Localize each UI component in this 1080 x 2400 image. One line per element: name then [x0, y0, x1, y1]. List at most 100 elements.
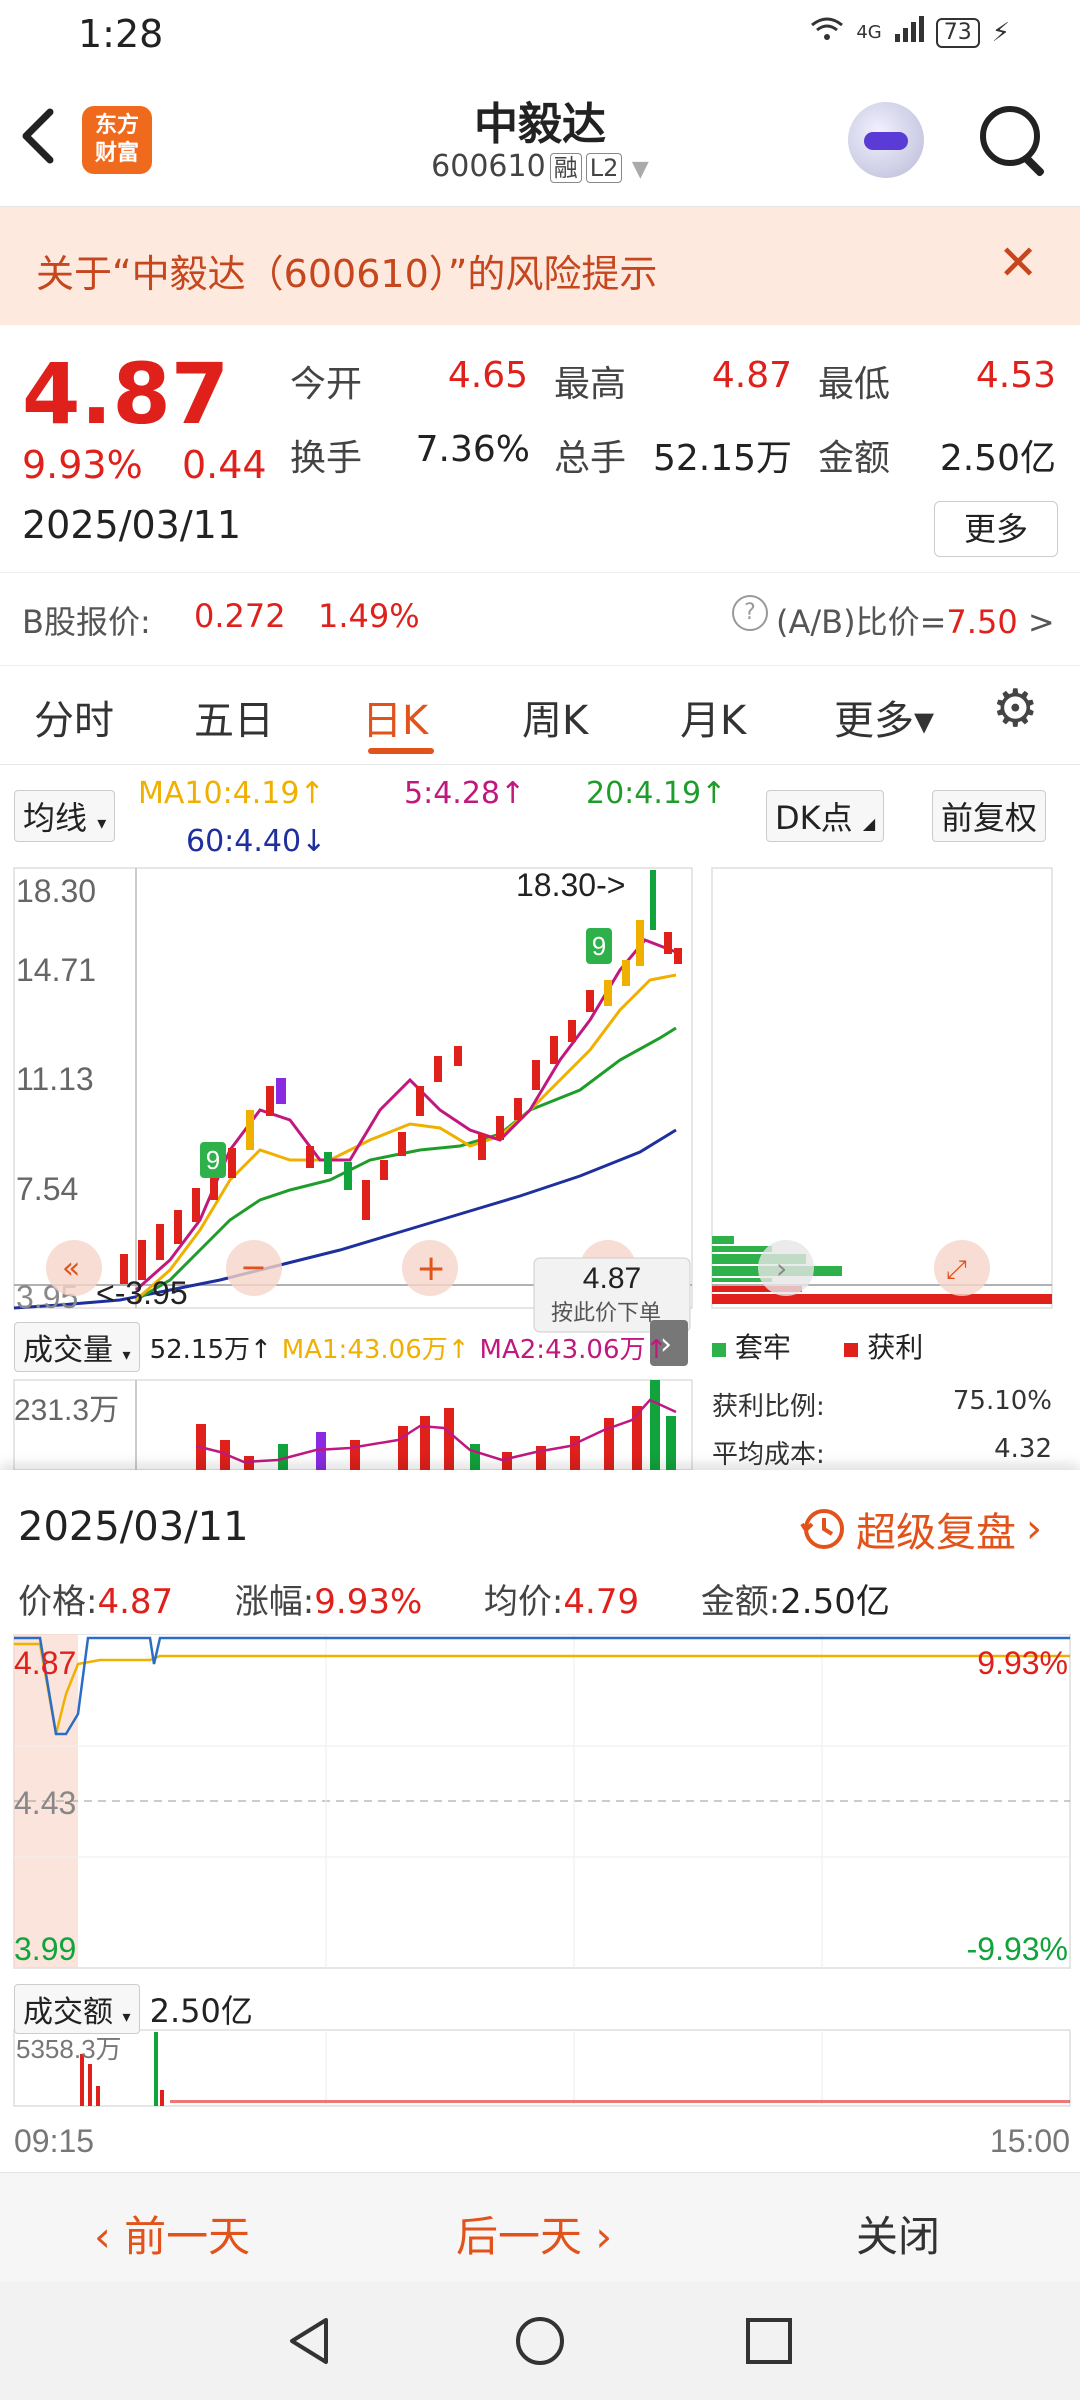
intraday-y-top: 4.87	[14, 1645, 76, 1681]
turnover-selector[interactable]: 成交额 ▾	[14, 1984, 140, 2034]
field-value: 52.15万	[652, 438, 792, 479]
nav-back-icon[interactable]	[282, 2314, 336, 2368]
turnover-bars	[80, 2032, 1070, 2106]
field-label: 最低	[818, 364, 891, 405]
bshare-price: 0.272	[194, 597, 286, 635]
gear-icon[interactable]: ⚙	[992, 683, 1042, 735]
svg-text:+: +	[416, 1248, 446, 1289]
field-label: 今开	[290, 364, 363, 405]
network-type: 4G	[856, 22, 882, 43]
legend-trapped: 套牢	[734, 1331, 791, 1364]
daily-detail-panel: 2025/03/11 超级复盘 › 价格:4.87 涨幅:9.93% 均价:4.7…	[0, 1470, 1080, 2270]
next-day-button[interactable]: 后一天 ›	[456, 2203, 612, 2264]
current-price: 4.87	[22, 345, 230, 443]
price-tag-value: 4.87	[583, 1262, 641, 1295]
intraday-y-bottom: 3.99	[14, 1931, 76, 1967]
svg-text:−: −	[240, 1248, 267, 1286]
stock-code: 600610	[431, 149, 546, 184]
battery-icon: 73	[935, 17, 980, 48]
turnover-value: 2.50亿	[149, 1992, 253, 2030]
avg-cost-value: 4.32	[994, 1434, 1052, 1464]
intraday-pct-bottom: -9.93%	[967, 1931, 1068, 1967]
period-tabs: 分时 五日 日K 周K 月K 更多▾ ⚙	[0, 664, 1080, 765]
charging-icon: ⚡	[991, 17, 1010, 48]
turnover-label-row: 成交额 ▾ 2.50亿	[14, 1984, 253, 2034]
dk-point-button[interactable]: DK点 ◢	[766, 790, 885, 842]
intraday-pct-top: 9.93%	[977, 1645, 1068, 1681]
field-value: 7.36%	[415, 429, 530, 470]
volume-bars	[196, 1380, 676, 1470]
bshare-row[interactable]: B股报价: 0.272 1.49% ? (A/B)比价=7.50 >	[0, 572, 1080, 666]
ab-ratio: (A/B)比价=7.50 >	[776, 603, 1055, 641]
ma20-label: 20:4.19↑	[586, 776, 727, 811]
svg-text:›: ›	[776, 1252, 787, 1285]
close-icon[interactable]: ✕	[998, 235, 1038, 291]
dropdown-caret-icon: ▼	[631, 157, 649, 182]
avg-cost-label: 平均成本:	[712, 1440, 825, 1470]
detail-avg: 4.79	[563, 1582, 640, 1622]
detail-price: 4.87	[97, 1582, 174, 1622]
tab-monthly-k[interactable]: 月K	[680, 688, 746, 746]
svg-text:⤢: ⤢	[946, 1255, 967, 1285]
previous-day-button[interactable]: ‹ 前一天	[94, 2203, 250, 2264]
top-header: 东方 财富 中毅达 600610 融 L2 ▼	[0, 70, 1080, 207]
field-label: 总手	[554, 438, 627, 479]
bshare-label: B股报价:	[22, 603, 151, 641]
close-button[interactable]: 关闭	[856, 2203, 940, 2264]
ma5-label: 5:4.28↑	[404, 776, 526, 811]
level2-tag: L2	[585, 153, 623, 183]
time-start: 09:15	[14, 2123, 94, 2159]
history-icon	[800, 1509, 844, 1549]
kline-chart[interactable]: 9 9 18.30 14.71 11.13 7.54 3.95 18.30-> …	[0, 860, 1080, 1470]
low-marker: <-3.95	[96, 1275, 188, 1311]
y-tick: 7.54	[16, 1171, 78, 1207]
bottom-action-bar: ‹ 前一天 后一天 › 关闭	[0, 2172, 1080, 2283]
volume-ma1: MA1:43.06万↑	[281, 1334, 470, 1365]
risk-warning-banner[interactable]: 关于“中毅达（600610）”的风险提示 ✕	[0, 207, 1080, 325]
field-value: 4.65	[447, 355, 528, 396]
detail-pct: 9.93%	[314, 1582, 423, 1622]
nav-recents-icon[interactable]	[742, 2314, 796, 2368]
ma60-label: 60:4.40↓	[186, 824, 327, 859]
intraday-y-mid: 4.43	[14, 1785, 76, 1821]
chevron-down-icon: ▾	[97, 813, 107, 834]
assistant-robot-icon[interactable]	[848, 102, 924, 178]
system-nav-bar	[0, 2282, 1080, 2400]
tab-more[interactable]: 更多▾	[834, 688, 934, 746]
svg-text:«: «	[62, 1251, 80, 1286]
adjust-button[interactable]: 前复权	[932, 790, 1047, 842]
risk-warning-text[interactable]: 关于“中毅达（600610）”的风险提示	[36, 243, 657, 298]
chip-legend: 套牢 获利	[712, 1326, 923, 1366]
nine-signal-badge: 9	[592, 931, 606, 961]
time-end: 15:00	[990, 2123, 1070, 2159]
tab-intraday[interactable]: 分时	[34, 688, 114, 746]
help-icon[interactable]: ?	[732, 595, 768, 631]
volume-y-tick: 231.3万	[14, 1394, 119, 1427]
volume-selector[interactable]: 成交量 ▾	[14, 1322, 140, 1372]
status-time: 1:28	[78, 12, 164, 56]
intraday-chart: 4.87 4.43 3.99 9.93% -9.93% 5358.3万 09:1…	[13, 1634, 1071, 2159]
field-value: 4.87	[711, 355, 792, 396]
ma-selector[interactable]: 均线 ▾	[14, 790, 116, 842]
bshare-pct: 1.49%	[318, 597, 420, 635]
status-icons: 4G 73 ⚡	[810, 16, 1010, 49]
y-tick: 18.30	[16, 873, 96, 909]
search-icon[interactable]	[980, 106, 1040, 166]
super-replay-button[interactable]: 超级复盘 ›	[800, 1500, 1042, 1558]
nav-home-icon[interactable]	[513, 2314, 567, 2368]
field-value: 2.50亿	[939, 438, 1056, 479]
field-label: 金额	[818, 438, 891, 479]
tab-five-day[interactable]: 五日	[194, 688, 274, 746]
volume-current: 52.15万↑	[149, 1334, 272, 1365]
high-marker: 18.30->	[516, 867, 625, 903]
volume-label-row: 成交量 ▾ 52.15万↑ MA1:43.06万↑ MA2:43.06万↑	[14, 1322, 667, 1372]
profit-ratio-label: 获利比例:	[712, 1392, 825, 1422]
field-label: 最高	[554, 364, 627, 405]
quote-date: 2025/03/11	[22, 503, 242, 547]
ma10-label: MA10:4.19↑	[138, 776, 325, 811]
change-amount: 0.44	[182, 443, 267, 487]
more-button[interactable]: 更多	[934, 501, 1058, 557]
tab-daily-k[interactable]: 日K	[362, 688, 428, 746]
tab-weekly-k[interactable]: 周K	[522, 688, 588, 746]
status-bar: 1:28 4G 73 ⚡	[0, 0, 1080, 70]
